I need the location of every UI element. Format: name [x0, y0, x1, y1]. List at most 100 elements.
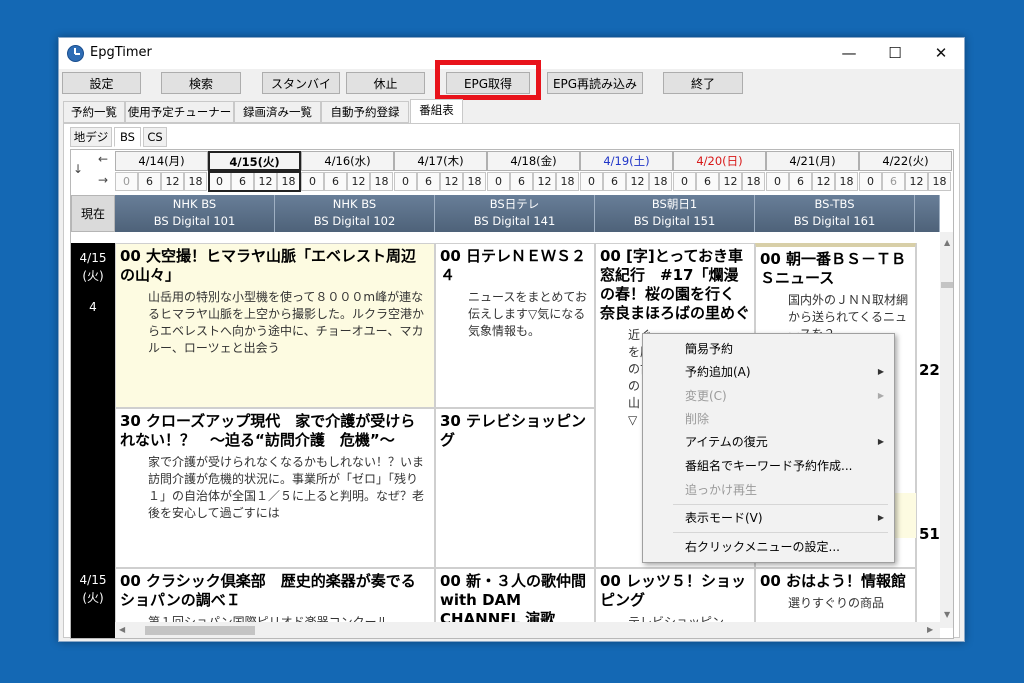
menu-item-chase-play[interactable]: 追っかけ再生 [643, 479, 892, 501]
program-column-partial: 22 51 [916, 243, 941, 623]
scroll-down-arrow[interactable]: ↓ [71, 162, 85, 176]
pause-button[interactable]: 休止 [346, 72, 425, 94]
menu-item-restore[interactable]: アイテムの復元 ▶ [643, 431, 892, 453]
hour-cell[interactable]: 18 [463, 172, 486, 191]
hour-cell[interactable]: 0 [487, 172, 510, 191]
hour-cell[interactable]: 0 [673, 172, 696, 191]
scroll-right-icon[interactable]: ▶ [927, 625, 933, 634]
hour-cell[interactable]: 18 [742, 172, 765, 191]
hour-cell[interactable]: 6 [696, 172, 719, 191]
program-minute: 30 [120, 412, 141, 430]
hour-cell[interactable]: 12 [626, 172, 649, 191]
hour-cell[interactable]: 0 [766, 172, 789, 191]
prev-day-arrow[interactable]: ← [91, 152, 115, 166]
date-header-cell[interactable]: 4/17(木) [394, 151, 487, 171]
scroll-down-icon[interactable]: ▼ [944, 610, 950, 619]
hour-cell[interactable]: 18 [556, 172, 579, 191]
hour-cell[interactable]: 18 [184, 172, 207, 191]
program-minute: 00 [440, 572, 461, 590]
tab-auto-reserve[interactable]: 自動予約登録 [321, 101, 409, 123]
program-cell[interactable]: 00 日テレＮＥＷＳ２４ ニュースをまとめてお伝えします▽気になる気象情報も。 [435, 243, 595, 408]
date-header-cell[interactable]: 4/15(火) [208, 151, 301, 171]
program-cell[interactable]: 30 クローズアップ現代 家で介護が受けられない！？ ～迫る“訪問介護 危機”～ … [115, 408, 435, 568]
scroll-left-icon[interactable]: ◀ [119, 625, 125, 634]
menu-item-label: アイテムの復元 [685, 435, 768, 449]
program-cell[interactable]: 30 テレビショッピング [435, 408, 595, 568]
hour-cell[interactable]: 6 [510, 172, 533, 191]
hour-cell[interactable]: 12 [533, 172, 556, 191]
hour-cell[interactable]: 12 [719, 172, 742, 191]
minimize-button[interactable]: — [826, 38, 872, 69]
horizontal-scrollbar[interactable]: ◀ ▶ [115, 622, 940, 638]
hour-cell[interactable]: 12 [347, 172, 370, 191]
service-header-cell[interactable]: BS日テレ BS Digital 141 [435, 195, 595, 232]
hour-cell[interactable]: 0 [394, 172, 417, 191]
hour-cell[interactable]: 12 [161, 172, 184, 191]
subtab-bs[interactable]: BS [114, 127, 141, 147]
hour-cell[interactable]: 6 [603, 172, 626, 191]
menu-item-keyword-reserve[interactable]: 番組名でキーワード予約作成... [643, 455, 892, 477]
date-header-cell[interactable]: 4/20(日) [673, 151, 766, 171]
hour-cell[interactable]: 12 [812, 172, 835, 191]
scroll-up-icon[interactable]: ▲ [944, 238, 950, 247]
hour-cell[interactable]: 18 [835, 172, 858, 191]
settings-button[interactable]: 設定 [62, 72, 141, 94]
close-button[interactable]: ✕ [918, 38, 964, 69]
subtab-terrestrial[interactable]: 地デジ [70, 127, 112, 147]
menu-item-quick-reserve[interactable]: 簡易予約 [643, 338, 892, 360]
hour-cell[interactable]: 0 [859, 172, 882, 191]
service-header-cell[interactable]: BS-TBS BS Digital 161 [755, 195, 915, 232]
hour-cell[interactable]: 6 [417, 172, 440, 191]
standby-button[interactable]: スタンバイ [262, 72, 340, 94]
vertical-scroll-thumb[interactable] [941, 282, 953, 288]
program-minute: 00 [760, 572, 781, 590]
service-header-filler [915, 195, 940, 232]
submenu-arrow-icon: ▶ [877, 513, 884, 522]
hour-cell[interactable]: 0 [580, 172, 603, 191]
hour-cell[interactable]: 6 [789, 172, 812, 191]
next-day-arrow[interactable]: → [91, 173, 115, 187]
menu-item-change[interactable]: 変更(C) ▶ [643, 385, 892, 407]
horizontal-scroll-thumb[interactable] [145, 626, 255, 635]
program-cell[interactable]: 00 大空撮！ヒマラヤ山脈「エベレスト周辺の山々」 山岳用の特別な小型機を使って８… [115, 243, 435, 408]
hour-cell[interactable]: 6 [882, 172, 905, 191]
epg-reload-button[interactable]: EPG再読み込み [547, 72, 643, 94]
menu-item-delete[interactable]: 削除 [643, 408, 892, 430]
tab-program-guide[interactable]: 番組表 [410, 99, 463, 124]
tab-tuners[interactable]: 使用予定チューナー [125, 101, 234, 123]
now-button[interactable]: 現在 [71, 195, 115, 232]
exit-button[interactable]: 終了 [663, 72, 743, 94]
hour-cell[interactable]: 12 [440, 172, 463, 191]
date-header-cell[interactable]: 4/14(月) [115, 151, 208, 171]
maximize-button[interactable]: ☐ [872, 38, 918, 69]
date-header-cell[interactable]: 4/21(月) [766, 151, 859, 171]
subtab-cs[interactable]: CS [143, 127, 167, 147]
menu-item-add-reserve[interactable]: 予約追加(A) ▶ [643, 361, 892, 383]
date-header-cell[interactable]: 4/18(金) [487, 151, 580, 171]
hour-cell[interactable]: 6 [138, 172, 161, 191]
submenu-arrow-icon: ▶ [877, 367, 884, 376]
menu-item-display-mode[interactable]: 表示モード(V) ▶ [643, 507, 892, 529]
date-header-cell[interactable]: 4/16(水) [301, 151, 394, 171]
program-description: ニュースをまとめてお伝えします▽気になる気象情報も。 [468, 290, 588, 338]
tab-recorded[interactable]: 録画済み一覧 [234, 101, 321, 123]
program-title: クラシック倶楽部 歴史的楽器が奏でるショパンの調べＩ [120, 572, 416, 609]
program-title: 大空撮！ヒマラヤ山脈「エベレスト周辺の山々」 [120, 247, 417, 284]
vertical-scrollbar[interactable]: ▲ ▼ [940, 232, 953, 628]
search-button[interactable]: 検索 [161, 72, 241, 94]
service-header-cell[interactable]: NHK BS BS Digital 101 [115, 195, 275, 232]
date-header-cell[interactable]: 4/22(火) [859, 151, 952, 171]
hour-cell[interactable]: 12 [905, 172, 928, 191]
hour-cell[interactable]: 0 [301, 172, 324, 191]
service-header-cell[interactable]: NHK BS BS Digital 102 [275, 195, 435, 232]
hour-cell[interactable]: 6 [324, 172, 347, 191]
tab-reservations[interactable]: 予約一覧 [63, 101, 125, 123]
hour-cell[interactable]: 18 [928, 172, 951, 191]
hour-cell[interactable]: 18 [649, 172, 672, 191]
hour-cell[interactable]: 18 [370, 172, 393, 191]
service-header-cell[interactable]: BS朝日1 BS Digital 151 [595, 195, 755, 232]
hour-cell[interactable]: 0 [115, 172, 138, 191]
date-header-cell[interactable]: 4/19(土) [580, 151, 673, 171]
menu-item-menu-settings[interactable]: 右クリックメニューの設定... [643, 536, 892, 558]
time-day-2: (火) [82, 591, 104, 605]
